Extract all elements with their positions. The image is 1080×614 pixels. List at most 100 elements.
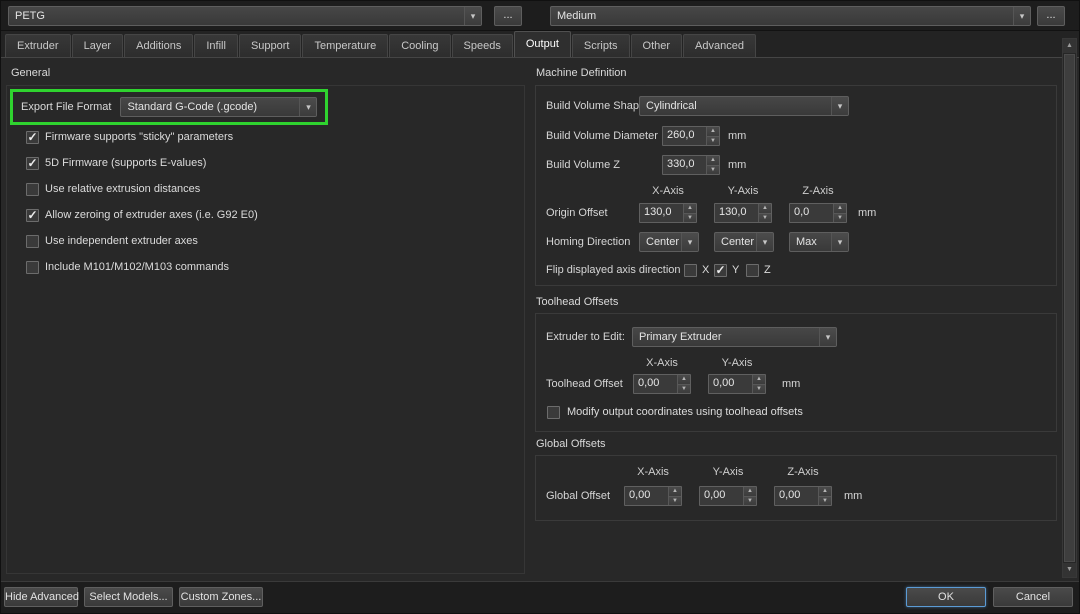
scroll-up-icon[interactable]: ▲ xyxy=(1063,39,1076,53)
spin-down-icon[interactable]: ▼ xyxy=(669,496,681,506)
spin-up-icon[interactable]: ▲ xyxy=(819,487,831,496)
origin-offset-x-value[interactable]: 130,0 xyxy=(640,204,683,222)
global-offset-y-value[interactable]: 0,00 xyxy=(700,487,743,505)
homing-direction-z-select[interactable]: Max ▾ xyxy=(789,232,849,252)
build-volume-z-value[interactable]: 330,0 xyxy=(663,156,706,174)
spin-up-icon[interactable]: ▲ xyxy=(678,375,690,384)
flip-z-label[interactable]: Z xyxy=(764,264,771,276)
origin-offset-y-spinbox[interactable]: 130,0 ▲▼ xyxy=(714,203,772,223)
origin-offset-y-value[interactable]: 130,0 xyxy=(715,204,758,222)
tab-support[interactable]: Support xyxy=(239,34,302,57)
checkbox-sticky-parameters[interactable]: ✓ xyxy=(26,131,39,144)
custom-zones-button[interactable]: Custom Zones... xyxy=(179,587,263,607)
toolhead-offset-y-spinbox[interactable]: 0,00 ▲▼ xyxy=(708,374,766,394)
extruder-to-edit-select[interactable]: Primary Extruder ▾ xyxy=(632,327,837,347)
cancel-button[interactable]: Cancel xyxy=(993,587,1073,607)
build-volume-z-row: Build Volume Z 330,0 ▲▼ mm xyxy=(536,155,1056,179)
checkbox-allow-zeroing[interactable]: ✓ xyxy=(26,209,39,222)
spin-up-icon[interactable]: ▲ xyxy=(744,487,756,496)
homing-direction-y-select[interactable]: Center ▾ xyxy=(714,232,774,252)
tab-speeds[interactable]: Speeds xyxy=(452,34,513,57)
build-volume-diameter-value[interactable]: 260,0 xyxy=(663,127,706,145)
tab-scripts[interactable]: Scripts xyxy=(572,34,630,57)
flip-y-checkbox[interactable]: ✓ xyxy=(714,264,727,277)
checkbox-label[interactable]: Allow zeroing of extruder axes (i.e. G92… xyxy=(45,209,258,221)
spin-down-icon[interactable]: ▼ xyxy=(684,213,696,223)
global-offset-y-spinbox[interactable]: 0,00 ▲▼ xyxy=(699,486,757,506)
tab-output[interactable]: Output xyxy=(514,31,571,57)
checkbox-label[interactable]: Use independent extruder axes xyxy=(45,235,198,247)
modify-output-coordinates-label[interactable]: Modify output coordinates using toolhead… xyxy=(567,406,803,418)
spin-buttons: ▲▼ xyxy=(752,375,765,393)
checkbox-label[interactable]: 5D Firmware (supports E-values) xyxy=(45,157,206,169)
modify-output-coordinates-checkbox[interactable] xyxy=(547,406,560,419)
checkbox-relative-extrusion[interactable] xyxy=(26,183,39,196)
tab-advanced[interactable]: Advanced xyxy=(683,34,756,57)
chevron-down-icon: ▾ xyxy=(819,328,836,346)
origin-offset-z-spinbox[interactable]: 0,0 ▲▼ xyxy=(789,203,847,223)
build-volume-diameter-spinbox[interactable]: 260,0 ▲▼ xyxy=(662,126,720,146)
vertical-scrollbar[interactable]: ▲ ▼ xyxy=(1062,38,1077,578)
build-volume-shape-row: Build Volume Shape Cylindrical ▾ xyxy=(536,96,1056,120)
spin-buttons: ▲▼ xyxy=(706,156,719,174)
checkbox-label[interactable]: Firmware supports "sticky" parameters xyxy=(45,131,233,143)
checkbox-label[interactable]: Include M101/M102/M103 commands xyxy=(45,261,229,273)
spin-up-icon[interactable]: ▲ xyxy=(759,204,771,213)
checkbox-m101-commands[interactable] xyxy=(26,261,39,274)
origin-offset-x-spinbox[interactable]: 130,0 ▲▼ xyxy=(639,203,697,223)
spin-down-icon[interactable]: ▼ xyxy=(744,496,756,506)
tab-infill[interactable]: Infill xyxy=(194,34,238,57)
spin-up-icon[interactable]: ▲ xyxy=(669,487,681,496)
y-axis-header: Y-Axis xyxy=(714,185,772,197)
toolhead-offset-x-spinbox[interactable]: 0,00 ▲▼ xyxy=(633,374,691,394)
toolhead-offsets-group-title: Toolhead Offsets xyxy=(536,296,618,308)
tab-additions[interactable]: Additions xyxy=(124,34,193,57)
spin-down-icon[interactable]: ▼ xyxy=(707,136,719,146)
toolhead-offset-x-value[interactable]: 0,00 xyxy=(634,375,677,393)
global-offset-z-spinbox[interactable]: 0,00 ▲▼ xyxy=(774,486,832,506)
export-file-format-select[interactable]: Standard G-Code (.gcode) ▾ xyxy=(120,97,317,117)
tab-layer[interactable]: Layer xyxy=(72,34,124,57)
global-offset-x-spinbox[interactable]: 0,00 ▲▼ xyxy=(624,486,682,506)
spin-up-icon[interactable]: ▲ xyxy=(684,204,696,213)
tab-temperature[interactable]: Temperature xyxy=(302,34,388,57)
checkbox-5d-firmware[interactable]: ✓ xyxy=(26,157,39,170)
build-volume-z-spinbox[interactable]: 330,0 ▲▼ xyxy=(662,155,720,175)
homing-direction-x-select[interactable]: Center ▾ xyxy=(639,232,699,252)
spin-down-icon[interactable]: ▼ xyxy=(707,165,719,175)
select-models-button[interactable]: Select Models... xyxy=(84,587,173,607)
hide-advanced-button[interactable]: Hide Advanced xyxy=(4,587,78,607)
flip-z-checkbox[interactable] xyxy=(746,264,759,277)
spin-up-icon[interactable]: ▲ xyxy=(707,127,719,136)
checkbox-label[interactable]: Use relative extrusion distances xyxy=(45,183,200,195)
spin-up-icon[interactable]: ▲ xyxy=(707,156,719,165)
spin-down-icon[interactable]: ▼ xyxy=(834,213,846,223)
global-offset-row: Global Offset 0,00 ▲▼ 0,00 ▲▼ 0,00 ▲▼ mm xyxy=(536,486,1056,510)
tab-other[interactable]: Other xyxy=(631,34,683,57)
global-offset-x-value[interactable]: 0,00 xyxy=(625,487,668,505)
x-axis-header: X-Axis xyxy=(624,466,682,478)
spin-up-icon[interactable]: ▲ xyxy=(834,204,846,213)
flip-x-label[interactable]: X xyxy=(702,264,709,276)
checkbox-independent-extruder[interactable] xyxy=(26,235,39,248)
scroll-down-icon[interactable]: ▼ xyxy=(1063,563,1076,577)
tab-extruder[interactable]: Extruder xyxy=(5,34,71,57)
quality-more-button[interactable]: ... xyxy=(1037,6,1065,26)
quality-preset-select[interactable]: Medium ▾ xyxy=(550,6,1031,26)
spin-down-icon[interactable]: ▼ xyxy=(678,384,690,394)
process-profile-select[interactable]: PETG ▾ xyxy=(8,6,482,26)
spin-down-icon[interactable]: ▼ xyxy=(759,213,771,223)
spin-up-icon[interactable]: ▲ xyxy=(753,375,765,384)
origin-offset-z-value[interactable]: 0,0 xyxy=(790,204,833,222)
tab-cooling[interactable]: Cooling xyxy=(389,34,450,57)
flip-y-label[interactable]: Y xyxy=(732,264,739,276)
global-offset-z-value[interactable]: 0,00 xyxy=(775,487,818,505)
spin-down-icon[interactable]: ▼ xyxy=(753,384,765,394)
process-more-button[interactable]: ... xyxy=(494,6,522,26)
spin-down-icon[interactable]: ▼ xyxy=(819,496,831,506)
scrollbar-thumb[interactable] xyxy=(1064,54,1075,562)
flip-x-checkbox[interactable] xyxy=(684,264,697,277)
ok-button[interactable]: OK xyxy=(906,587,986,607)
build-volume-shape-select[interactable]: Cylindrical ▾ xyxy=(639,96,849,116)
toolhead-offset-y-value[interactable]: 0,00 xyxy=(709,375,752,393)
